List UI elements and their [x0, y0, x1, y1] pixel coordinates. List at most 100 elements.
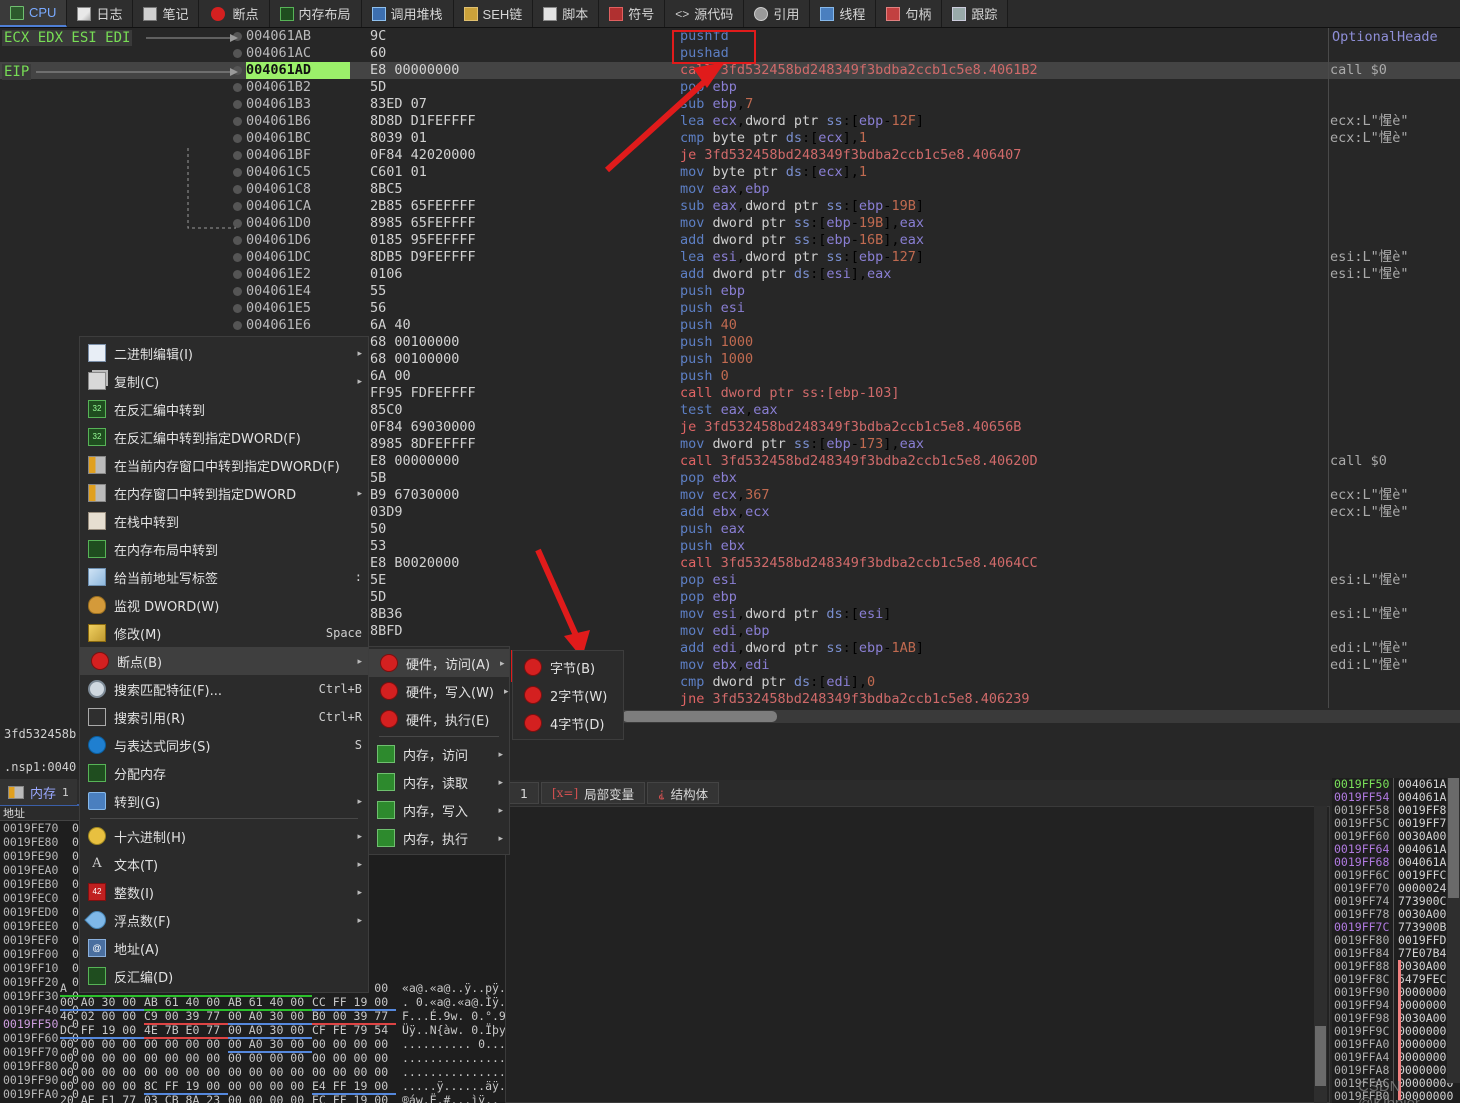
breakpoint-dot[interactable] — [233, 202, 242, 211]
tab-6[interactable]: SEH链 — [453, 0, 534, 27]
menu-item[interactable]: 硬件，写入(W) ▸ — [369, 677, 509, 705]
bottom-tab-bar[interactable]: 1 [x=] 局部变量 ⸘ 结构体 — [505, 780, 1330, 806]
tab-10[interactable]: 引用 — [744, 0, 811, 27]
menu-item[interactable]: 搜索引用(R) Ctrl+R — [80, 703, 368, 731]
menu-item[interactable]: 在内存布局中转到 — [80, 535, 368, 563]
tab-5[interactable]: 调用堆栈 — [361, 0, 454, 27]
menu-item[interactable]: 搜索匹配特征(F)... Ctrl+B — [80, 675, 368, 703]
disasm-row[interactable]: 004061BC 8039 01 cmp byte ptr ds:[ecx],1 ec… — [0, 130, 1460, 147]
bottom-tab[interactable]: [x=] 局部变量 — [540, 782, 646, 804]
menu-item[interactable]: 硬件，访问(A) ▸ — [369, 649, 509, 677]
disasm-row[interactable]: 004061E6 6A 40 push 40 — [0, 317, 1460, 334]
menu-item[interactable]: 修改(M) Space — [80, 619, 368, 647]
breakpoint-dot[interactable] — [233, 236, 242, 245]
context-menu[interactable]: 二进制编辑(I) ▸ 复制(C) ▸ 32 在反汇编中转到 32 在反汇编中转到指定DWORD… — [79, 336, 369, 993]
breakpoint-size-submenu[interactable]: 字节(B) 2字节(W) 4字节(D) — [512, 650, 624, 740]
breakpoint-dot[interactable] — [233, 100, 242, 109]
disasm-row[interactable]: 004061B2 5D pop ebp — [0, 79, 1460, 96]
menu-item[interactable]: 在当前内存窗口中转到指定DWORD(F) — [80, 451, 368, 479]
menu-item[interactable]: 转到(G) ▸ — [80, 787, 368, 815]
menu-item[interactable]: 32 在反汇编中转到 — [80, 395, 368, 423]
memory-tab[interactable]: 内存 1 — [0, 779, 78, 805]
menu-item[interactable]: 字节(B) — [513, 653, 623, 681]
breakpoint-dot[interactable] — [233, 134, 242, 143]
disasm-row[interactable]: 004061B3 83ED 07 sub ebp,7 — [0, 96, 1460, 113]
breakpoint-dot[interactable] — [233, 83, 242, 92]
dump-data-row[interactable]: 20 AE E1 77 03 CB 8A 23 00 00 00 00 EC FF 1… — [60, 1093, 520, 1103]
menu-item[interactable]: 给当前地址写标签: — [80, 563, 368, 591]
bottom-tab[interactable]: 1 — [509, 782, 539, 804]
stack-pane[interactable]: 0019FF50 004061AB 0019FF54 004061AB 0019FF58… — [1332, 778, 1460, 1103]
menu-item[interactable]: 42 整数(I) ▸ — [80, 878, 368, 906]
dump-data-row[interactable]: DC FF 19 00 4E 7B E0 77 00 A0 30 00 CF FE 7… — [60, 1023, 520, 1039]
menu-item[interactable]: 十六进制(H) ▸ — [80, 822, 368, 850]
menu-item[interactable]: 复制(C) ▸ — [80, 367, 368, 395]
breakpoint-dot[interactable] — [233, 287, 242, 296]
disasm-row[interactable]: 004061AC 60 pushad — [0, 45, 1460, 62]
menu-item[interactable]: 内存，写入 ▸ — [369, 796, 509, 824]
tab-12[interactable]: 句柄 — [876, 0, 943, 27]
dump-data-row[interactable]: 46 02 00 00 C9 00 39 77 00 A0 30 00 B0 00 3… — [60, 1009, 520, 1025]
disasm-row[interactable]: 004061E4 55 push ebp — [0, 283, 1460, 300]
menu-item[interactable]: 监视 DWORD(W) — [80, 591, 368, 619]
scrollbar-thumb[interactable] — [622, 711, 777, 722]
menu-item[interactable]: 浮点数(F) ▸ — [80, 906, 368, 934]
disasm-row[interactable]: 004061B6 8D8D D1FEFFFF lea ecx,dword ptr s… — [0, 113, 1460, 130]
disasm-row[interactable]: 004061CA 2B85 65FEFFFF sub eax,dword ptr s… — [0, 198, 1460, 215]
tab-13[interactable]: 跟踪 — [942, 0, 1009, 27]
breakpoint-dot[interactable] — [233, 270, 242, 279]
tab-7[interactable]: 脚本 — [533, 0, 600, 27]
disasm-row[interactable]: 004061D6 0185 95FEFFFF add dword ptr ss:[e… — [0, 232, 1460, 249]
disasm-row[interactable]: 004061AD E8 00000000 call 3fd532458bd24834… — [0, 62, 1460, 79]
menu-item[interactable]: A 文本(T) ▸ — [80, 850, 368, 878]
disasm-row[interactable]: 004061C5 C601 01 mov byte ptr ds:[ecx],1 — [0, 164, 1460, 181]
disasm-row[interactable]: 004061AB 9C pushfd — [0, 28, 1460, 45]
menu-item[interactable]: 断点(B) ▸ — [80, 647, 368, 675]
menu-item[interactable]: 在内存窗口中转到指定DWORD ▸ — [80, 479, 368, 507]
breakpoint-dot[interactable] — [233, 321, 242, 330]
breakpoint-submenu[interactable]: 硬件，访问(A) ▸ 硬件，写入(W) ▸ 硬件，执行(E) 内存，访问 ▸ 内存，读取 ▸ 内存… — [368, 646, 510, 855]
menu-item[interactable]: 反汇编(D) — [80, 962, 368, 990]
menu-item[interactable]: 与表达式同步(S) S — [80, 731, 368, 759]
tab-0[interactable]: CPU — [0, 0, 68, 27]
breakpoint-dot[interactable] — [233, 32, 242, 41]
tab-2[interactable]: 笔记 — [133, 0, 200, 27]
scrollbar-thumb[interactable] — [1315, 1026, 1326, 1086]
tab-8[interactable]: 符号 — [599, 0, 666, 27]
disasm-hscrollbar[interactable] — [620, 710, 1460, 723]
menu-item[interactable]: 硬件，执行(E) — [369, 705, 509, 733]
menu-item[interactable]: 内存，执行 ▸ — [369, 824, 509, 852]
menu-item[interactable]: 二进制编辑(I) ▸ — [80, 339, 368, 367]
menu-item[interactable]: 在栈中转到 — [80, 507, 368, 535]
disasm-row[interactable]: 004061E2 0106 add dword ptr ds:[esi],eax es… — [0, 266, 1460, 283]
disasm-row[interactable]: 004061E5 56 push esi — [0, 300, 1460, 317]
breakpoint-dot[interactable] — [233, 117, 242, 126]
tab-1[interactable]: 日志 — [67, 0, 134, 27]
dump-data-row[interactable]: 00 00 00 00 00 00 00 00 00 00 00 00 00 00 0… — [60, 1065, 520, 1079]
breakpoint-dot[interactable] — [233, 168, 242, 177]
scrollbar-thumb[interactable] — [1448, 778, 1459, 898]
breakpoint-dot[interactable] — [233, 185, 242, 194]
breakpoint-dot[interactable] — [233, 304, 242, 313]
menu-item[interactable]: 2字节(W) — [513, 681, 623, 709]
disasm-row[interactable]: 004061C8 8BC5 mov eax,ebp — [0, 181, 1460, 198]
tab-11[interactable]: 线程 — [810, 0, 877, 27]
breakpoint-dot[interactable] — [233, 219, 242, 228]
disasm-row[interactable]: 004061D0 8985 65FEFFFF mov dword ptr ss:[e… — [0, 215, 1460, 232]
bottom-tab[interactable]: ⸘ 结构体 — [647, 782, 720, 804]
dump-data-row[interactable]: 00 00 00 00 00 00 00 00 00 A0 30 00 00 00 0… — [60, 1037, 520, 1053]
breakpoint-dot[interactable] — [233, 49, 242, 58]
dump-data-row[interactable]: 00 00 00 00 00 00 00 00 00 00 00 00 00 00 0… — [60, 1051, 520, 1065]
dump-data-row[interactable]: 00 A0 30 00 AB 61 40 00 AB 61 40 00 CC FF 1… — [60, 995, 520, 1011]
dump-data-row[interactable]: 00 00 00 00 8C FF 19 00 00 00 00 00 E4 FF 1… — [60, 1079, 520, 1095]
menu-item[interactable]: 内存，访问 ▸ — [369, 740, 509, 768]
stack-vscrollbar[interactable] — [1447, 778, 1460, 1083]
tab-3[interactable]: 断点 — [199, 0, 270, 27]
menu-item[interactable]: 32 在反汇编中转到指定DWORD(F) — [80, 423, 368, 451]
disasm-row[interactable]: 004061DC 8DB5 D9FEFFFF lea esi,dword ptr s… — [0, 249, 1460, 266]
disasm-row[interactable]: 004061BF 0F84 42020000 je 3fd532458bd24834… — [0, 147, 1460, 164]
breakpoint-dot[interactable] — [233, 151, 242, 160]
breakpoint-dot[interactable] — [233, 66, 242, 75]
menu-item[interactable]: 分配内存 — [80, 759, 368, 787]
dump-vscrollbar[interactable] — [1314, 806, 1327, 1103]
